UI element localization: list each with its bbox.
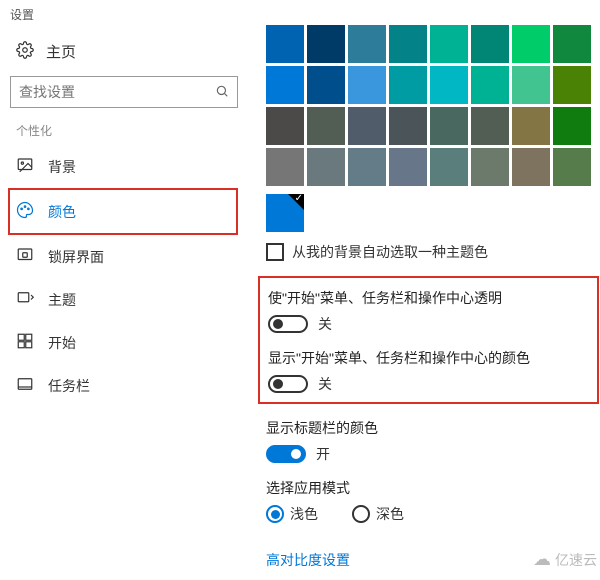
section-label: 个性化	[16, 122, 238, 139]
appmode-dark-label: 深色	[376, 504, 404, 524]
sidebar-item-label: 任务栏	[48, 376, 90, 396]
color-swatch[interactable]	[471, 66, 509, 104]
sidebar-item-lockscreen[interactable]: 锁屏界面	[10, 235, 238, 278]
color-swatch[interactable]	[348, 107, 386, 145]
color-swatch[interactable]	[512, 25, 550, 63]
sidebar-item-background[interactable]: 背景	[10, 145, 238, 188]
gear-icon	[16, 41, 34, 62]
check-icon: ✓	[295, 193, 303, 204]
content-area: ✓ 从我的背景自动选取一种主题色 使"开始"菜单、任务栏和操作中心透明 关 显示…	[248, 25, 600, 580]
titlebar-toggle[interactable]	[266, 445, 306, 463]
color-swatch[interactable]	[389, 107, 427, 145]
color-swatch[interactable]	[348, 25, 386, 63]
cloud-icon: ☁	[533, 549, 551, 570]
taskbar-icon	[16, 375, 34, 396]
sidebar-item-label: 锁屏界面	[48, 247, 104, 267]
color-swatch[interactable]	[512, 66, 550, 104]
search-input-wrap[interactable]	[10, 76, 238, 108]
color-palette	[266, 25, 591, 186]
sidebar-item-label: 背景	[48, 157, 76, 177]
titlebar-state: 开	[316, 444, 330, 464]
showcolor-state: 关	[318, 374, 332, 394]
color-swatch[interactable]	[430, 107, 468, 145]
color-swatch[interactable]	[307, 25, 345, 63]
palette-icon	[16, 201, 34, 222]
high-contrast-link[interactable]: 高对比度设置	[266, 550, 350, 570]
color-swatch[interactable]	[553, 107, 591, 145]
color-swatch[interactable]	[389, 66, 427, 104]
color-swatch[interactable]	[430, 148, 468, 186]
watermark-text: 亿速云	[555, 550, 597, 570]
showcolor-title: 显示"开始"菜单、任务栏和操作中心的颜色	[268, 348, 589, 368]
sidebar-item-colors[interactable]: 颜色	[8, 188, 238, 235]
color-swatch[interactable]	[553, 148, 591, 186]
auto-pick-checkbox[interactable]	[266, 243, 284, 261]
sidebar: 主页 个性化 背景 颜色	[0, 25, 248, 580]
color-swatch[interactable]	[553, 25, 591, 63]
selected-color-swatch[interactable]: ✓	[266, 194, 304, 232]
color-swatch[interactable]	[307, 148, 345, 186]
color-swatch[interactable]	[553, 66, 591, 104]
color-swatch[interactable]	[389, 148, 427, 186]
transparent-toggle[interactable]	[268, 315, 308, 333]
search-icon	[215, 84, 229, 101]
appmode-light-radio[interactable]: 浅色	[266, 504, 318, 524]
window-title: 设置	[0, 0, 600, 25]
appmode-dark-radio[interactable]: 深色	[352, 504, 404, 524]
sidebar-item-label: 主题	[48, 290, 76, 310]
transparent-title: 使"开始"菜单、任务栏和操作中心透明	[268, 288, 589, 308]
sidebar-item-themes[interactable]: 主题	[10, 278, 238, 321]
sidebar-item-label: 颜色	[48, 202, 76, 222]
theme-icon	[16, 289, 34, 310]
appmode-title: 选择应用模式	[266, 478, 591, 498]
color-swatch[interactable]	[430, 66, 468, 104]
color-swatch[interactable]	[389, 25, 427, 63]
color-swatch[interactable]	[348, 66, 386, 104]
search-input[interactable]	[19, 84, 215, 100]
lock-icon	[16, 246, 34, 267]
picture-icon	[16, 156, 34, 177]
sidebar-item-start[interactable]: 开始	[10, 321, 238, 364]
color-swatch[interactable]	[307, 107, 345, 145]
color-swatch[interactable]	[307, 66, 345, 104]
watermark: ☁ 亿速云	[533, 549, 597, 570]
color-swatch[interactable]	[266, 25, 304, 63]
sidebar-item-taskbar[interactable]: 任务栏	[10, 364, 238, 407]
color-swatch[interactable]	[266, 107, 304, 145]
color-swatch[interactable]	[512, 148, 550, 186]
home-label: 主页	[46, 41, 76, 62]
sidebar-item-label: 开始	[48, 333, 76, 353]
color-swatch[interactable]	[471, 107, 509, 145]
color-swatch[interactable]	[266, 148, 304, 186]
auto-pick-label: 从我的背景自动选取一种主题色	[292, 242, 488, 262]
color-swatch[interactable]	[471, 148, 509, 186]
color-swatch[interactable]	[348, 148, 386, 186]
showcolor-toggle[interactable]	[268, 375, 308, 393]
highlight-box: 使"开始"菜单、任务栏和操作中心透明 关 显示"开始"菜单、任务栏和操作中心的颜…	[258, 276, 599, 404]
color-swatch[interactable]	[471, 25, 509, 63]
transparent-state: 关	[318, 314, 332, 334]
start-icon	[16, 332, 34, 353]
home-link[interactable]: 主页	[10, 33, 238, 70]
color-swatch[interactable]	[512, 107, 550, 145]
appmode-light-label: 浅色	[290, 504, 318, 524]
titlebar-title: 显示标题栏的颜色	[266, 418, 591, 438]
color-swatch[interactable]	[430, 25, 468, 63]
color-swatch[interactable]	[266, 66, 304, 104]
